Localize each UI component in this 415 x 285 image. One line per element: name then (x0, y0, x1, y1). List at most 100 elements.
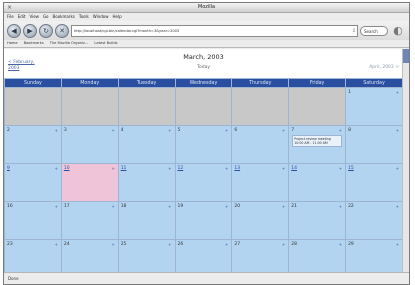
calendar-day-cell[interactable]: 9 + (4, 163, 62, 202)
add-event-icon[interactable]: + (339, 204, 342, 209)
add-event-icon[interactable]: + (282, 242, 285, 247)
day-number[interactable]: 14 (291, 166, 297, 171)
calendar-day-cell[interactable]: 29 + (345, 239, 403, 272)
calendar-day-cell[interactable]: 8 + (345, 125, 403, 164)
add-event-icon[interactable]: + (339, 242, 342, 247)
calendar-day-cell[interactable]: 10 + (60, 163, 119, 202)
menu-item-tools[interactable]: Tools (79, 13, 89, 21)
add-event-icon[interactable]: + (225, 128, 228, 133)
add-event-icon[interactable]: + (282, 204, 285, 209)
add-event-icon[interactable]: + (396, 204, 399, 209)
calendar-day-cell[interactable]: 6 + (231, 125, 290, 164)
add-event-icon[interactable]: + (396, 128, 399, 133)
add-event-icon[interactable]: + (54, 204, 57, 209)
add-event-icon[interactable]: + (396, 90, 399, 95)
calendar-day-cell[interactable]: 14 + (288, 163, 347, 202)
menu-item-edit[interactable]: Edit (18, 13, 26, 21)
calendar-day-cell[interactable]: 2 + (4, 125, 62, 164)
add-event-icon[interactable]: + (225, 166, 228, 171)
calendar-day-cell[interactable]: 25 + (117, 239, 176, 272)
calendar-event[interactable]: Project review meeting 10:00 AM - 11:00 … (292, 135, 343, 147)
day-number: 4 (120, 128, 124, 133)
add-event-icon[interactable]: + (54, 242, 57, 247)
calendar-day-cell[interactable]: 18 + (117, 201, 176, 240)
search-button[interactable]: Search (360, 25, 388, 36)
day-number[interactable]: 15 (348, 166, 354, 171)
calendar-day-cell[interactable]: 5 + (174, 125, 233, 164)
calendar-day-cell[interactable]: 1 + (345, 87, 403, 126)
calendar-day-cell[interactable]: 27 + (231, 239, 290, 272)
day-number[interactable]: 9 (7, 166, 10, 171)
calendar-day-cell[interactable]: 16 + (4, 201, 62, 240)
add-event-icon[interactable]: + (168, 166, 171, 171)
calendar-day-cell[interactable]: 23 + (4, 239, 62, 272)
add-event-icon[interactable]: + (168, 128, 171, 133)
bookmark-item[interactable]: Latest Builds (94, 40, 117, 47)
reload-button[interactable]: ↻ (39, 23, 53, 38)
day-number[interactable]: 11 (121, 166, 127, 171)
calendar-day-cell[interactable]: 20 + (231, 201, 290, 240)
add-event-icon[interactable]: + (396, 242, 399, 247)
add-event-icon[interactable]: + (111, 166, 114, 171)
menu-item-window[interactable]: Window (93, 13, 109, 21)
menu-item-go[interactable]: Go (43, 13, 49, 21)
add-event-icon[interactable]: + (339, 128, 342, 133)
add-event-icon[interactable]: + (225, 204, 228, 209)
day-number[interactable]: 13 (234, 166, 240, 171)
weekday-header-friday: Friday (288, 78, 347, 88)
calendar-day-cell[interactable]: 15 + (345, 163, 403, 202)
calendar-day-cell[interactable]: 26 + (174, 239, 233, 272)
add-event-icon[interactable]: + (168, 204, 171, 209)
calendar-empty-cell (231, 87, 290, 126)
add-event-icon[interactable]: + (339, 166, 342, 171)
add-event-icon[interactable]: + (282, 166, 285, 171)
day-number: 8 (348, 128, 351, 133)
add-event-icon[interactable]: + (111, 242, 114, 247)
bookmark-item[interactable]: The Mozilla Organiz... (50, 40, 89, 47)
calendar-day-cell[interactable]: 12 + (174, 163, 233, 202)
calendar-day-cell[interactable]: 22 + (345, 201, 403, 240)
day-number[interactable]: 12 (178, 166, 184, 171)
stop-button[interactable]: ✕ (55, 23, 69, 38)
forward-button[interactable]: ▶ (23, 23, 37, 38)
calendar-day-cell[interactable]: 11 + (117, 163, 176, 202)
bookmark-item[interactable]: Bookmarks (24, 40, 44, 47)
add-event-icon[interactable]: + (168, 242, 171, 247)
calendar-day-cell[interactable]: 21 + (288, 201, 347, 240)
menu-item-view[interactable]: View (29, 13, 39, 21)
today-link[interactable]: Today (4, 65, 403, 70)
add-event-icon[interactable]: + (225, 242, 228, 247)
menu-item-file[interactable]: File (7, 13, 14, 21)
calendar-day-cell[interactable]: 28 + (288, 239, 347, 272)
day-number[interactable]: 10 (64, 166, 70, 171)
bookmark-item[interactable]: Home (7, 40, 18, 47)
calendar-day-cell[interactable]: 17 + (60, 201, 119, 240)
add-event-icon[interactable]: + (282, 128, 285, 133)
calendar-day-cell[interactable]: 3 + (60, 125, 119, 164)
day-number: 1 (348, 90, 351, 95)
url-dropdown-icon[interactable]: ⇩ (351, 26, 357, 36)
calendar-week-row: 16 +17 +18 +19 +20 +21 +22 + (4, 201, 403, 240)
calendar-day-cell[interactable]: 24 + (60, 239, 119, 272)
day-number: 18 (120, 204, 127, 209)
menu-item-help[interactable]: Help (113, 13, 122, 21)
calendar-day-cell[interactable]: 19 + (174, 201, 233, 240)
forward-icon: ▶ (27, 26, 33, 35)
add-event-icon[interactable]: + (111, 128, 114, 133)
scrollbar-thumb[interactable] (403, 49, 409, 63)
calendar-day-cell[interactable]: 4 + (117, 125, 176, 164)
add-event-icon[interactable]: + (111, 204, 114, 209)
calendar-day-cell[interactable]: 13 + (231, 163, 290, 202)
url-input[interactable]: http://localhost/cgi-bin/calendar.cgi?mo… (71, 24, 358, 37)
add-event-icon[interactable]: + (396, 166, 399, 171)
back-button[interactable]: ◀ (7, 23, 21, 38)
menu-item-bookmarks[interactable]: Bookmarks (53, 13, 75, 21)
add-event-icon[interactable]: + (54, 128, 57, 133)
add-event-icon[interactable]: + (54, 166, 57, 171)
weekday-header-tuesday: Tuesday (117, 78, 176, 88)
next-month-link[interactable]: April, 2003 > (369, 65, 399, 70)
day-number: 6 (234, 128, 238, 133)
vertical-scrollbar[interactable] (402, 49, 409, 272)
calendar-day-cell[interactable]: 7 + Project review meeting 10:00 AM - 11:0… (288, 125, 347, 164)
day-number: 26 (177, 242, 184, 247)
